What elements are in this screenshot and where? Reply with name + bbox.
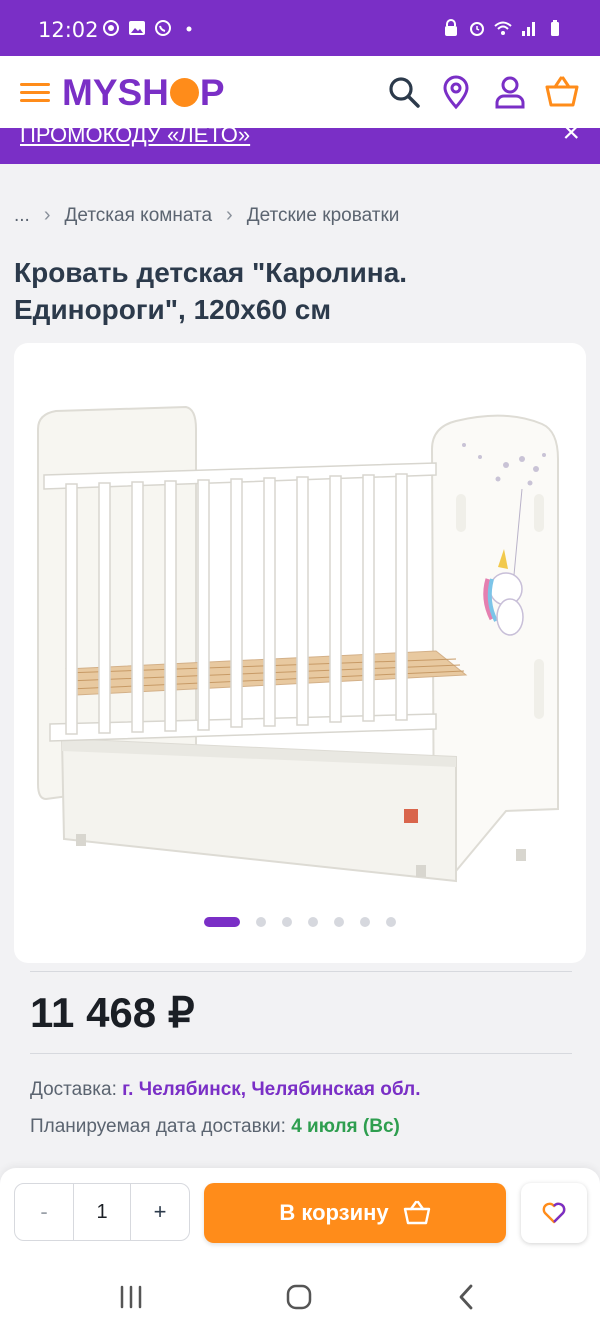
gallery-dot[interactable] [386,917,396,927]
delivery-city-link[interactable]: г. Челябинск, Челябинская обл. [122,1079,420,1100]
cart-icon[interactable] [544,74,580,110]
status-bar: 12:02 [0,0,600,56]
delivery-date-label: Планируемая дата доставки: [30,1116,292,1137]
delivery-label: Доставка: [30,1079,123,1100]
gallery-icon [129,21,145,35]
chevron-right-icon: › [226,204,233,226]
gallery-dot[interactable] [256,917,266,927]
logo[interactable]: MYSH P [62,72,225,114]
delivery-date: 4 июля (Вс) [291,1116,400,1137]
gallery-pagination [204,917,396,927]
add-to-cart-label: В корзину [279,1200,389,1225]
status-time: 12:02 [38,18,99,42]
breadcrumb-more[interactable]: ... [14,205,30,227]
location-pin-icon[interactable] [438,74,474,110]
dot-icon [186,26,192,32]
status-notification-icons [102,19,198,37]
chevron-right-icon: › [43,204,51,226]
breadcrumb-kids-room[interactable]: Детская комната [65,205,213,227]
status-system-icons [442,19,564,37]
breadcrumb: ... › Детская комната › Детские кроватки [14,204,399,227]
logo-text: MYSH [62,72,169,113]
add-to-cart-button[interactable]: В корзину [204,1183,506,1243]
home-icon[interactable] [284,1282,314,1312]
system-nav-bar [0,1258,600,1332]
app-header: MYSH P [0,56,600,128]
heart-icon [542,1202,566,1224]
product-price: 11 468 ₽ [30,989,195,1036]
promo-close-icon[interactable]: × [562,128,580,150]
back-icon[interactable] [452,1282,482,1312]
battery-icon [551,20,559,36]
whatsapp-icon [155,20,171,36]
basket-icon [403,1200,430,1225]
lock-icon [445,19,457,36]
user-icon[interactable] [492,74,528,110]
quantity-value[interactable]: 1 [73,1184,131,1240]
quantity-decrease-button[interactable]: - [15,1184,73,1240]
wifi-icon [494,21,512,35]
alarm-icon [470,22,484,36]
quantity-increase-button[interactable]: + [131,1184,189,1240]
add-to-favorites-button[interactable] [521,1183,587,1243]
divider [30,1053,572,1054]
divider [30,971,572,972]
purchase-bar: - 1 + В корзину [0,1168,600,1258]
delivery-date-info: Планируемая дата доставки: 4 июля (Вс) [30,1116,400,1138]
recent-apps-icon[interactable] [116,1282,146,1312]
promo-text[interactable]: ПРОМОКОДУ «ЛЕТО» [20,128,250,148]
promo-banner[interactable]: ПРОМОКОДУ «ЛЕТО» × [0,128,600,164]
logo-mark [169,78,199,107]
gallery-dot[interactable] [360,917,370,927]
delivery-info: Доставка: г. Челябинск, Челябинская обл. [30,1079,421,1101]
product-title: Кровать детская "Каролина. Единороги", 1… [14,257,408,325]
search-icon[interactable] [386,74,422,110]
gallery-dot[interactable] [282,917,292,927]
menu-icon[interactable] [20,83,50,103]
quantity-stepper: - 1 + [14,1183,190,1241]
logo-text-end: P [199,72,225,113]
breadcrumb-cribs[interactable]: Детские кроватки [247,205,400,227]
gallery-dot[interactable] [308,917,318,927]
gallery-dot[interactable] [204,917,240,927]
signal-icon [522,22,535,36]
app-notification-icon [103,20,119,36]
product-image[interactable] [36,379,576,889]
product-gallery[interactable] [14,343,586,963]
gallery-dot[interactable] [334,917,344,927]
